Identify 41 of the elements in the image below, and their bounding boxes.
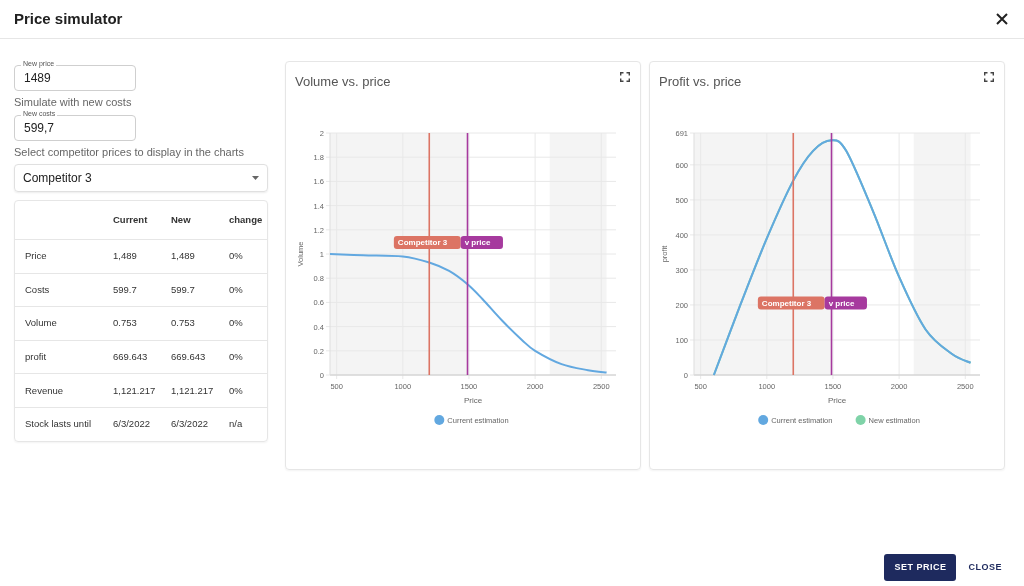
table-cell: 0% [229,249,243,264]
table-cell: 1,121.217 [171,383,214,398]
column-header: Current [113,212,148,227]
table-cell: n/a [229,417,243,432]
table-cell: 6/3/2022 [171,417,208,432]
table-cell: 1,489 [171,249,195,264]
x-axis-title: Price [827,396,847,405]
dialog-title: Price simulator [14,8,123,29]
table-cell: 0% [229,383,243,398]
table-cell-text: 669.643 [113,349,148,364]
row-label: Revenue [25,383,64,398]
table-cell: 0% [229,282,243,297]
column-header: change [229,212,263,227]
chart-title: Profit vs. price [659,73,742,91]
row-label: Volume [25,316,57,331]
row-label: Stock lasts until [25,417,91,432]
row-label: Price [25,249,47,264]
table-cell: 599.7 [113,282,137,297]
table-cell-text: 0% [229,349,243,364]
table-cell: 6/3/2022 [113,417,150,432]
annotation-label: v price [460,235,503,249]
table-cell: 1,121.217 [113,383,156,398]
chart-title: Volume vs. price [295,73,391,91]
row-label: Costs [25,282,50,297]
annotation-label: v price [824,296,867,310]
hint-text: Select competitor prices to display in the charts [14,144,245,160]
table-cell-text: 669.643 [171,349,206,364]
table-cell: 1,489 [113,249,137,264]
ref-line-label: Competitor 3 [397,238,448,248]
column-header: New [171,212,191,227]
row-label: profit [25,349,47,364]
table-cell: 0.753 [171,316,195,331]
hint-text: Simulate with new costs [14,95,133,110]
annotation-label: Competitor 3 [757,296,825,310]
ref-line-label: Competitor 3 [761,298,812,308]
ref-line-label: v price [464,238,492,248]
table-cell: 599.7 [171,282,195,297]
ref-line-label: v price [828,298,856,308]
table-cell: 0.753 [113,316,137,331]
x-axis-title: Price [463,396,483,405]
table-cell: 0% [229,316,243,331]
